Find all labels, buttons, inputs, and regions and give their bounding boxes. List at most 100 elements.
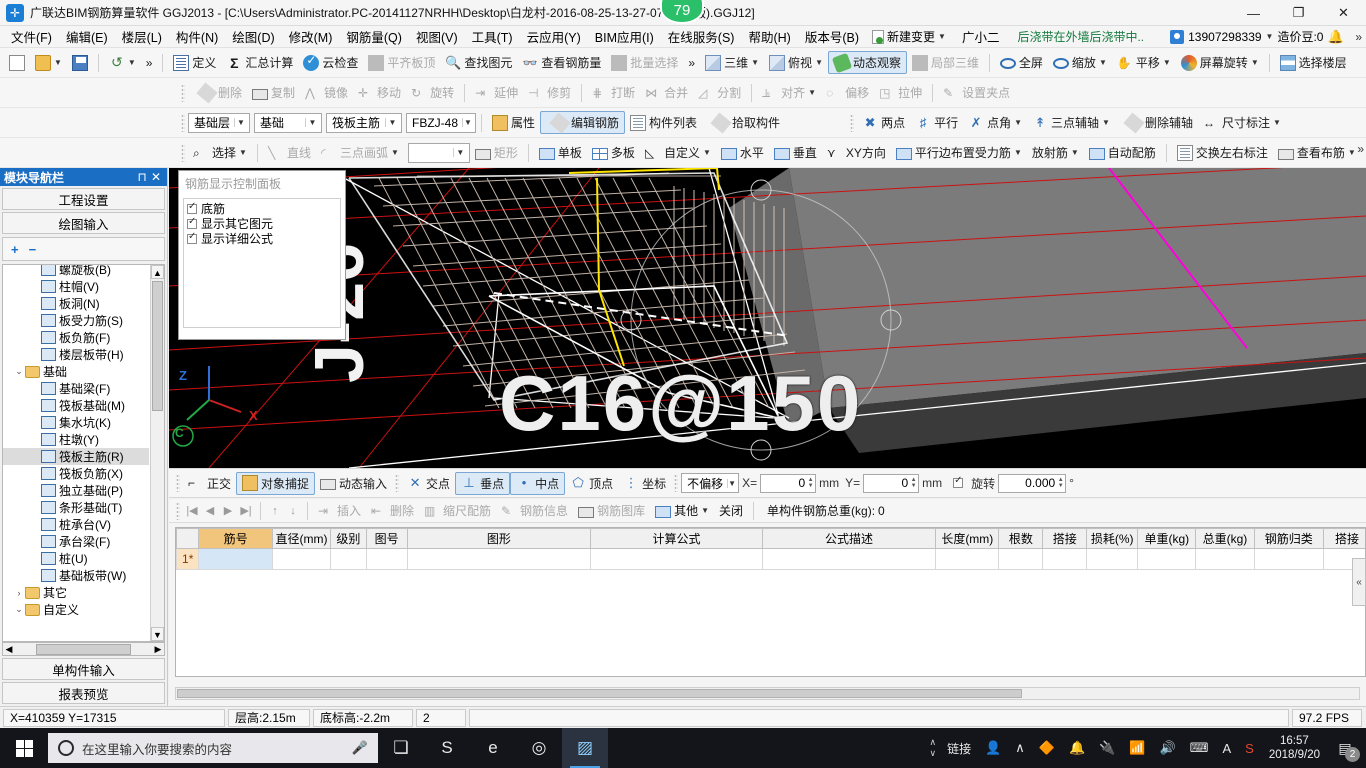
column-header[interactable]: 单重(kg) [1138,529,1196,549]
table-cell[interactable] [936,549,999,570]
table-row-empty[interactable] [177,591,1366,612]
table-row[interactable]: 1* [177,549,1366,570]
menu-overflow-button[interactable]: » [1355,30,1362,44]
tree-item-folder[interactable]: ⌄基础 [3,363,149,380]
tree-horizontal-scrollbar[interactable]: ◀ ▶ [2,642,165,656]
flame-icon[interactable]: 🔶 [1032,728,1062,768]
toolbar-grip[interactable] [674,474,678,492]
table-cell-empty[interactable] [936,570,999,591]
copy-button[interactable]: 复制 [247,82,300,103]
table-cell-empty[interactable] [1138,633,1196,654]
last-record-button[interactable]: ▶| [237,504,255,517]
table-cell-empty[interactable] [936,633,999,654]
table-cell-empty[interactable] [366,654,407,675]
tree-item-leaf[interactable]: 柱帽(V) [3,278,149,295]
table-cell-empty[interactable] [407,654,591,675]
rebar-display-control-panel[interactable]: 钢筋显示控制面板 底筋 显示其它图元 显示详细公式 [178,170,346,340]
column-header[interactable]: 钢筋归类 [1254,529,1323,549]
toolbar-grip[interactable] [395,474,399,492]
tree-item-folder[interactable]: ›其它 [3,584,149,601]
start-button[interactable] [0,728,48,768]
table-cell-empty[interactable] [999,654,1043,675]
table-cell-empty[interactable] [199,612,272,633]
rebar-library-button[interactable]: 钢筋图库 [573,501,650,520]
table-cell-empty[interactable] [1254,591,1323,612]
microphone-icon[interactable]: 🎤 [352,740,368,756]
toolbar-overflow-draw[interactable]: » [1357,142,1364,156]
table-row-empty[interactable] [177,633,1366,654]
table-cell-empty[interactable] [1043,654,1087,675]
toolbar-overflow-left[interactable]: » [141,54,158,72]
multi-slab-button[interactable]: 多板 [587,142,640,163]
tree-item-leaf[interactable]: 桩承台(V) [3,516,149,533]
table-cell-empty[interactable] [1043,633,1087,654]
news-ticker[interactable]: 后浇带在外墙后浇带中.. [1009,28,1152,45]
volume-icon[interactable]: 🔊 [1153,728,1183,768]
table-cell-empty[interactable] [1087,612,1138,633]
tray-expand-icon[interactable]: ∧ [1008,728,1032,768]
scroll-up-arrow[interactable]: ▲ [151,265,164,279]
two-point-axis-button[interactable]: ✖两点 [857,112,910,133]
radial-rebar-button[interactable]: 放射筋▼ [1027,142,1084,163]
pick-component-button[interactable]: 拾取构件 [702,112,785,133]
keyboard-icon[interactable]: ⌨ [1183,728,1216,768]
next-record-button[interactable]: ▶ [219,504,237,517]
menu-edit[interactable]: 编辑(E) [59,25,115,48]
column-header[interactable]: 图形 [407,529,591,549]
table-cell[interactable] [591,549,762,570]
tree-item-leaf[interactable]: 板负筋(F) [3,329,149,346]
table-cell-empty[interactable] [1138,591,1196,612]
column-header[interactable]: 长度(mm) [936,529,999,549]
tree-item-leaf[interactable]: 螺旋板(B) [3,264,149,278]
table-cell-empty[interactable] [407,612,591,633]
maximize-button[interactable]: ❐ [1276,0,1321,26]
align-slab-top-button[interactable]: 平齐板顶 [363,52,440,73]
menu-draw[interactable]: 绘图(D) [225,25,281,48]
pan-button[interactable]: ✋平移▼ [1112,52,1176,73]
checkbox-icon[interactable] [187,204,197,214]
rotate-input[interactable]: 0.000▲▼ [998,474,1066,493]
user-name-label[interactable]: 广小二 [952,27,1010,46]
table-cell-empty[interactable] [936,612,999,633]
table-cell-empty[interactable] [407,633,591,654]
table-cell-empty[interactable] [1254,612,1323,633]
prev-record-button[interactable]: ◀ [201,504,219,517]
rotate-button[interactable]: ↻旋转 [406,82,459,103]
minimize-button[interactable]: — [1231,0,1276,26]
first-record-button[interactable]: |◀ [183,504,201,517]
model-viewport[interactable]: Z X C C16@150 J-26 钢筋显示控制面板 底筋 显示其它图元 [169,168,1366,468]
table-cell-empty[interactable] [331,633,367,654]
tree-item-leaf[interactable]: 承台梁(F) [3,533,149,550]
table-cell-empty[interactable] [1196,633,1254,654]
menu-floor[interactable]: 楼层(L) [115,25,169,48]
table-cell[interactable] [1087,549,1138,570]
menu-rebar-qty[interactable]: 钢筋量(Q) [339,25,409,48]
delete-axis-button[interactable]: 删除辅轴 [1115,112,1198,133]
open-file-button[interactable]: ▼ [30,53,67,73]
table-cell-empty[interactable] [591,591,762,612]
table-cell-empty[interactable] [199,570,272,591]
rebar-grid[interactable]: 筋号直径(mm)级别图号图形计算公式公式描述长度(mm)根数搭接损耗(%)单重(… [175,527,1366,677]
table-cell-empty[interactable] [407,591,591,612]
table-cell-empty[interactable] [1043,591,1087,612]
rectangle-tool-button[interactable]: 矩形 [470,142,523,163]
tree-item-leaf[interactable]: 独立基础(P) [3,482,149,499]
taskbar-clock[interactable]: 16:57 2018/9/20 [1261,734,1328,762]
select-floor-button[interactable]: 选择楼层 [1275,52,1352,73]
tree-item-leaf[interactable]: 筏板基础(M) [3,397,149,414]
table-cell-empty[interactable] [366,570,407,591]
column-header[interactable]: 损耗(%) [1087,529,1138,549]
table-cell-empty[interactable] [1087,591,1138,612]
table-cell[interactable] [762,549,935,570]
report-preview-button[interactable]: 报表预览 [2,682,165,704]
table-row-empty[interactable] [177,570,1366,591]
table-cell[interactable] [1138,549,1196,570]
tree-item-leaf[interactable]: 楼层板带(H) [3,346,149,363]
y-offset-input[interactable]: 0▲▼ [863,474,919,493]
table-cell-empty[interactable] [1087,570,1138,591]
coordinate-snap[interactable]: ⋮坐标 [618,473,671,494]
tray-link-label[interactable]: 链接 [940,728,978,768]
column-header[interactable] [177,529,199,549]
floor-select[interactable]: 基础层▼ [188,113,250,133]
table-cell-empty[interactable] [1323,654,1366,675]
